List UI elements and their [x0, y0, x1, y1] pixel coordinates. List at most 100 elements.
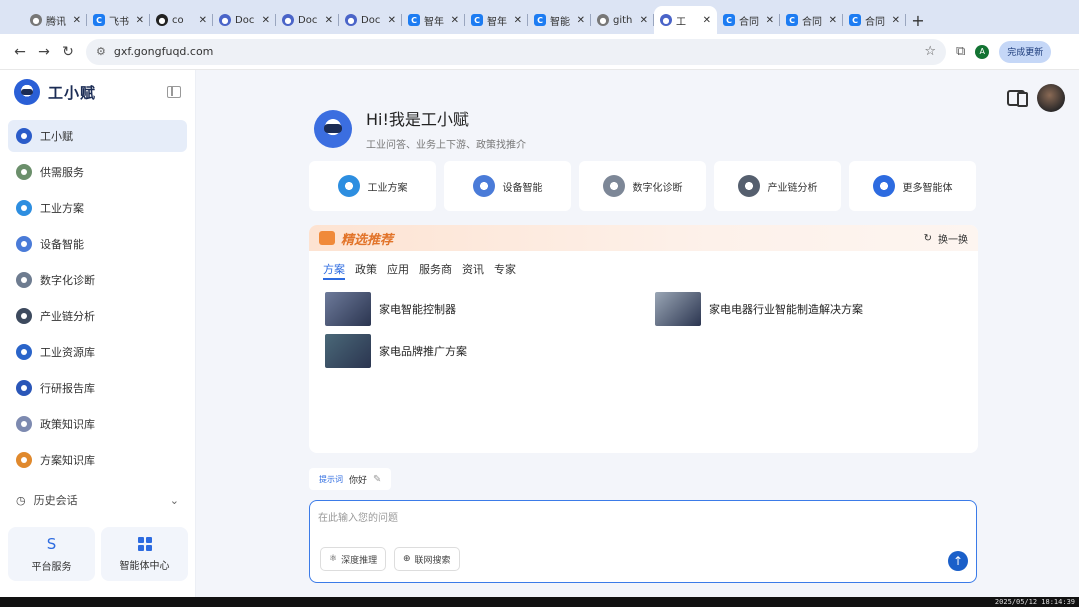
chain-icon — [16, 308, 32, 324]
edit-icon[interactable]: ✎ — [373, 474, 381, 485]
browser-tab[interactable]: C 合同 ✕ — [717, 6, 780, 34]
site-info-icon[interactable]: ⚙ — [96, 45, 106, 58]
url-text[interactable]: gxf.gongfuqd.com — [114, 45, 214, 58]
address-bar[interactable]: ⚙ gxf.gongfuqd.com ☆ — [86, 38, 946, 65]
back-icon[interactable]: ← — [8, 40, 32, 64]
close-tab-icon[interactable]: ✕ — [136, 15, 144, 26]
close-tab-icon[interactable]: ✕ — [514, 15, 522, 26]
sidebar-item[interactable]: 供需服务 — [8, 156, 187, 188]
sidebar-item[interactable]: 工小赋 — [8, 120, 187, 152]
deep-think-button[interactable]: ⚛ 深度推理 — [320, 547, 387, 571]
brand: 工小赋 — [0, 70, 195, 114]
recommend-item-title: 家电智能控制器 — [379, 303, 456, 316]
robot-icon — [16, 128, 32, 144]
recommend-item[interactable]: 家电智能控制器 — [325, 292, 655, 326]
recommend-tab[interactable]: 专家 — [494, 261, 516, 280]
tab-label: Doc — [298, 14, 318, 26]
feature-card[interactable]: 产业链分析 — [714, 161, 841, 211]
close-tab-icon[interactable]: ✕ — [199, 15, 207, 26]
browser-tab[interactable]: C 合同 ✕ — [780, 6, 843, 34]
arrow-up-icon: ↑ — [952, 554, 964, 568]
sidebar-collapse-icon[interactable] — [167, 86, 181, 98]
close-tab-icon[interactable]: ✕ — [640, 15, 648, 26]
browser-tab[interactable]: ● 工 ✕ — [654, 6, 717, 34]
recommend-tab[interactable]: 服务商 — [419, 261, 452, 280]
multi-device-icon[interactable] — [1007, 90, 1028, 107]
sidebar-item[interactable]: 政策知识库 — [8, 408, 187, 440]
sidebar-item[interactable]: 设备智能 — [8, 228, 187, 260]
browser-tab[interactable]: ● Doc ✕ — [276, 6, 339, 34]
recommend-item[interactable]: 家电品牌推广方案 — [325, 334, 655, 368]
sidebar-item[interactable]: 产业链分析 — [8, 300, 187, 332]
agent-center-button[interactable]: 智能体中心 — [101, 527, 188, 581]
feature-card[interactable]: 更多智能体 — [849, 161, 976, 211]
browser-tab[interactable]: ● Doc ✕ — [339, 6, 402, 34]
browser-tab[interactable]: C 飞书 ✕ — [87, 6, 150, 34]
close-tab-icon[interactable]: ✕ — [451, 15, 459, 26]
feature-card[interactable]: 设备智能 — [444, 161, 571, 211]
sidebar-item[interactable]: 行研报告库 — [8, 372, 187, 404]
browser-tab[interactable]: C 智能 ✕ — [528, 6, 591, 34]
tab-label: 合同 — [865, 16, 885, 28]
refresh-button[interactable]: ↻ 换一换 — [924, 231, 968, 246]
sidebar-item-label: 方案知识库 — [40, 454, 95, 467]
doc-icon: ● — [345, 14, 357, 26]
c-icon: C — [93, 14, 105, 26]
close-tab-icon[interactable]: ✕ — [73, 15, 81, 26]
recommend-item[interactable]: 家电电器行业智能制造解决方案 — [655, 292, 975, 326]
globe-icon: ● — [597, 14, 609, 26]
close-tab-icon[interactable]: ✕ — [262, 15, 270, 26]
question-input[interactable] — [318, 509, 938, 539]
close-tab-icon[interactable]: ✕ — [766, 15, 774, 26]
sidebar-item-label: 行研报告库 — [40, 382, 95, 395]
feature-card[interactable]: 数字化诊断 — [579, 161, 706, 211]
update-button[interactable]: 完成更新 — [999, 40, 1052, 63]
close-tab-icon[interactable]: ✕ — [892, 15, 900, 26]
tab-label: 飞书 — [109, 16, 129, 28]
prompt-chip-text: 你好 — [349, 475, 368, 486]
browser-tab[interactable]: ● co ✕ — [150, 6, 213, 34]
taskbar-clock: 2025/05/12 18:14:39 — [994, 598, 1075, 606]
user-avatar[interactable] — [1037, 84, 1065, 112]
sidebar-item[interactable]: 工业方案 — [8, 192, 187, 224]
sidebar-item[interactable]: 方案知识库 — [8, 444, 187, 476]
extensions-icon[interactable]: ⧉ — [956, 44, 965, 59]
feature-card[interactable]: 工业方案 — [309, 161, 436, 211]
recommend-tab[interactable]: 资讯 — [462, 261, 484, 280]
browser-tab[interactable]: C 智年 ✕ — [465, 6, 528, 34]
recommend-panel: 精选推荐 ↻ 换一换 方案 政策 应用 服务商 资讯 专家 家电智能控制器 家电电器行业智能… — [309, 225, 978, 453]
sidebar-item[interactable]: 数字化诊断 — [8, 264, 187, 296]
recommend-tab[interactable]: 方案 — [323, 261, 345, 280]
bookmark-star-icon[interactable]: ☆ — [924, 44, 936, 59]
browser-tab[interactable]: C 智年 ✕ — [402, 6, 465, 34]
tab-label: 智年 — [424, 16, 444, 28]
browser-tab[interactable]: ● gith ✕ — [591, 6, 654, 34]
chain-icon — [737, 175, 760, 197]
profile-avatar[interactable]: A — [975, 44, 990, 59]
close-tab-icon[interactable]: ✕ — [577, 15, 585, 26]
solution-icon — [16, 200, 32, 216]
solution-icon — [337, 175, 360, 197]
forward-icon[interactable]: → — [32, 40, 56, 64]
close-tab-icon[interactable]: ✕ — [325, 15, 333, 26]
browser-tab[interactable]: ● Doc ✕ — [213, 6, 276, 34]
history-toggle[interactable]: ◷ 历史会话 ⌄ — [0, 486, 195, 514]
sidebar-item[interactable]: 工业资源库 — [8, 336, 187, 368]
browser-tab[interactable]: C 合同 ✕ — [843, 6, 906, 34]
send-button[interactable]: ↑ — [948, 551, 968, 571]
reload-icon[interactable]: ↻ — [56, 40, 80, 64]
web-search-button[interactable]: ⊕ 联网搜索 — [394, 547, 460, 571]
new-tab-icon[interactable]: + — [906, 6, 930, 34]
doc-icon: ● — [282, 14, 294, 26]
sidebar-item-label: 数字化诊断 — [40, 274, 95, 287]
platform-service-button[interactable]: S 平台服务 — [8, 527, 95, 581]
recommend-tab[interactable]: 应用 — [387, 261, 409, 280]
policy-icon — [16, 416, 32, 432]
close-tab-icon[interactable]: ✕ — [388, 15, 396, 26]
browser-tab[interactable]: ● 腾讯 ✕ — [24, 6, 87, 34]
close-tab-icon[interactable]: ✕ — [703, 15, 711, 26]
close-tab-icon[interactable]: ✕ — [829, 15, 837, 26]
prompt-chip[interactable]: 提示词 你好 ✎ — [309, 468, 392, 490]
recommend-tab[interactable]: 政策 — [355, 261, 377, 280]
feature-label: 设备智能 — [502, 182, 543, 194]
